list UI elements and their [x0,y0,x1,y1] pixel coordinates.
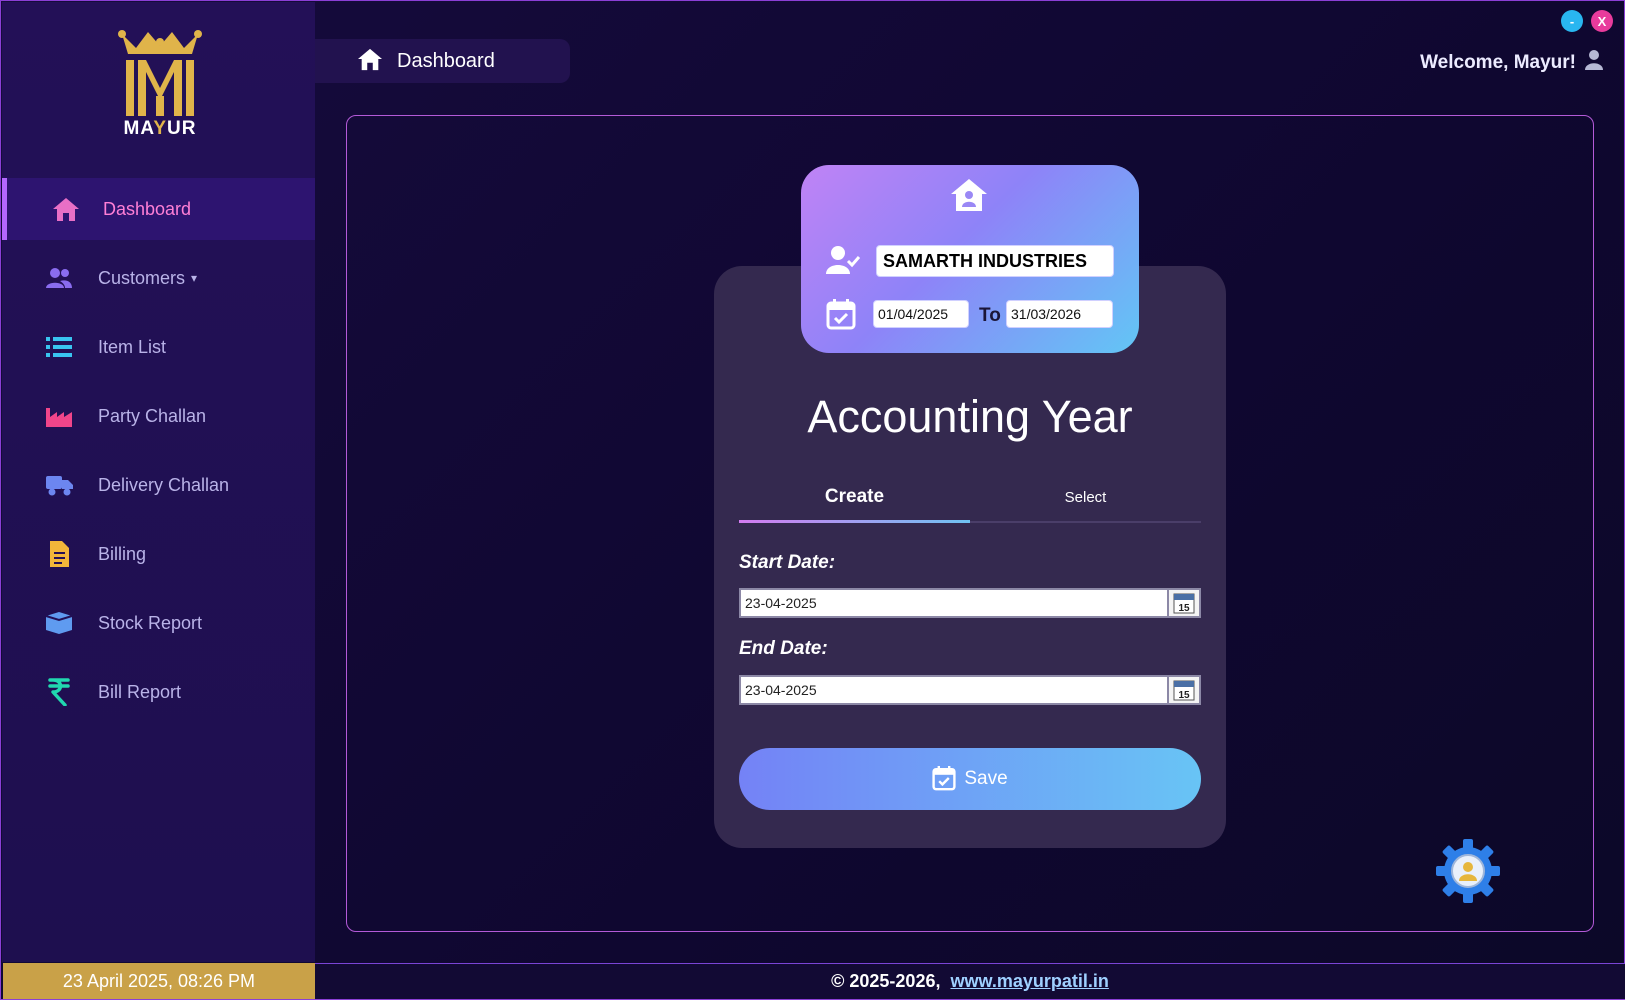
crown-monogram-icon [118,30,202,116]
users-icon [44,263,74,293]
sidebar-item-dashboard[interactable]: Dashboard [2,178,315,240]
sidebar-item-item-list[interactable]: Item List [2,316,315,378]
calendar-icon[interactable]: 15 [1169,677,1199,703]
sidebar-item-label: Party Challan [98,405,207,426]
sidebar-nav: Dashboard Customers ▾ Item List Party Ch… [2,178,315,730]
copyright-text: © 2025-2026, [831,971,941,991]
home-icon [357,47,383,76]
page-title: Dashboard [397,49,495,72]
start-date-label: Start Date: [739,552,836,573]
welcome-message: Welcome, Mayur! [1420,49,1604,77]
brand-name: MAYUR [112,118,208,140]
sidebar-item-label: Billing [98,543,147,564]
calendar-check-icon [826,298,856,335]
start-date-picker[interactable]: 15 [739,588,1201,618]
tab-select[interactable]: Select [970,471,1201,523]
sidebar-item-label: Dashboard [103,198,192,219]
sidebar-item-billing[interactable]: Billing [2,523,315,585]
save-button[interactable]: Save [739,748,1201,810]
website-link[interactable]: www.mayurpatil.in [950,971,1108,992]
sidebar-item-label: Delivery Challan [98,474,230,495]
sidebar-item-stock-report[interactable]: Stock Report [2,592,315,654]
save-button-label: Save [964,768,1008,789]
sidebar-item-label: Customers [98,267,186,288]
to-date-field[interactable] [1006,300,1113,328]
to-label: To [979,305,1001,326]
box-icon [44,608,74,638]
document-icon [44,539,74,569]
rupee-icon [44,677,74,707]
sidebar-item-label: Item List [98,336,167,357]
list-icon [44,332,74,362]
user-check-icon [826,245,861,280]
sidebar-item-delivery-challan[interactable]: Delivery Challan [2,454,315,516]
home-icon [51,194,81,224]
factory-icon [44,401,74,431]
from-date-field[interactable] [873,300,969,328]
end-date-picker[interactable]: 15 [739,675,1201,705]
sidebar-item-bill-report[interactable]: Bill Report [2,661,315,723]
footer: © 2025-2026, www.mayurpatil.in [315,963,1625,999]
sidebar-item-customers[interactable]: Customers ▾ [2,247,315,309]
form-title: Accounting Year [807,391,1133,442]
sidebar-item-label: Stock Report [98,612,203,633]
close-button[interactable]: X [1591,10,1613,32]
app-window: - X MAYUR Dashboard Customers ▾ Item Lis… [0,0,1625,1000]
active-tab-indicator [739,520,970,523]
truck-icon [44,470,74,500]
brand-text-y: Y [153,118,168,139]
footer-datetime: 23 April 2025, 08:26 PM [3,963,315,999]
welcome-text: Welcome, Mayur! [1420,52,1576,73]
user-icon[interactable] [1584,49,1604,77]
calendar-icon[interactable]: 15 [1169,590,1199,616]
end-date-label: End Date: [739,638,828,659]
calendar-day-number: 15 [1178,690,1190,701]
sidebar: MAYUR Dashboard Customers ▾ Item List Pa… [2,2,315,962]
breadcrumb: Dashboard [315,39,570,83]
home-user-icon [949,177,989,218]
company-card: To [801,165,1139,353]
sidebar-item-label: Bill Report [98,681,182,702]
settings-gear-icon[interactable] [1434,837,1502,905]
end-date-input[interactable] [741,677,1169,703]
company-name-field[interactable] [876,245,1114,277]
brand-text-a: MA [123,118,154,139]
minimize-button[interactable]: - [1561,10,1583,32]
tab-create[interactable]: Create [739,471,970,523]
brand-text-b: UR [167,118,197,139]
start-date-input[interactable] [741,590,1169,616]
sidebar-item-party-challan[interactable]: Party Challan [2,385,315,447]
tab-bar: Create Select [739,471,1201,523]
calendar-day-number: 15 [1178,603,1190,614]
calendar-check-icon [932,765,956,794]
chevron-down-icon: ▾ [191,271,198,285]
brand-logo: MAYUR [112,26,208,144]
